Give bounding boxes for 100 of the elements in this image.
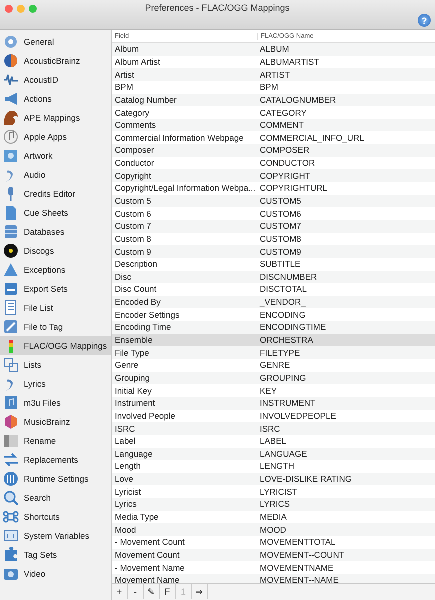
sidebar-item[interactable]: Artwork — [0, 146, 111, 165]
sidebar-item[interactable]: m3u Files — [0, 393, 111, 412]
table-cell-text: LENGTH — [259, 461, 296, 472]
table-row[interactable]: Catalog Number CATALOGNUMBER — [112, 94, 435, 106]
table-row[interactable]: Description SUBTITLE — [112, 258, 435, 271]
table-row[interactable]: Comments COMMENT — [112, 118, 435, 132]
sidebar-item[interactable]: Cue Sheets — [0, 203, 111, 222]
table-row[interactable]: Custom 9 CUSTOM9 — [112, 245, 435, 258]
sidebar-item[interactable]: Replacements — [0, 450, 111, 469]
toolbar-button[interactable]: + — [112, 584, 128, 599]
table-row[interactable]: Encoded By _VENDOR_ — [112, 296, 435, 308]
sidebar-item[interactable]: Exceptions — [0, 260, 111, 279]
toolbar-button[interactable]: F — [160, 584, 176, 599]
gear-icon — [3, 34, 19, 50]
sidebar-item[interactable]: Runtime Settings — [0, 469, 111, 488]
table-cell-text: KEY — [259, 386, 278, 396]
table-row[interactable]: - Movement Name MOVEMENTNAME — [112, 561, 435, 574]
table-row[interactable]: Album Artist ALBUMARTIST — [112, 56, 435, 68]
table-row[interactable]: Lyrics LYRICS — [112, 498, 435, 511]
toolbar-button[interactable]: ✎ — [144, 584, 160, 599]
table-row[interactable]: Disc Count DISCTOTAL — [112, 283, 435, 296]
sidebar-item[interactable]: Tag Sets — [0, 545, 111, 564]
sidebar-item[interactable]: Apple Apps — [0, 127, 111, 146]
table-row[interactable]: Genre GENRE — [112, 359, 435, 372]
sidebar-item[interactable]: Lyrics — [0, 374, 111, 393]
table-cell-text: Encoded By — [114, 297, 162, 308]
toolbar-button[interactable]: - — [128, 584, 144, 599]
table-cell-text: Initial Key — [114, 386, 153, 396]
table-row[interactable]: Length LENGTH — [112, 460, 435, 473]
table-row[interactable]: Composer COMPOSER — [112, 144, 435, 157]
minimize-button[interactable] — [17, 5, 25, 13]
zoom-button[interactable] — [29, 5, 37, 13]
table-row[interactable]: Instrument INSTRUMENT — [112, 396, 435, 410]
sidebar-item[interactable]: APE Mappings — [0, 108, 111, 127]
table-row[interactable]: Language LANGUAGE — [112, 448, 435, 460]
sidebar-item[interactable]: Shortcuts — [0, 507, 111, 526]
table-row[interactable]: Custom 7 CUSTOM7 — [112, 220, 435, 233]
table-cell-text: Language — [114, 448, 154, 459]
sidebar-item[interactable]: Audio — [0, 165, 111, 184]
sidebar-item[interactable]: Discogs — [0, 241, 111, 260]
table-cell-text: ALBUMARTIST — [259, 56, 320, 67]
sidebar-item[interactable]: Databases — [0, 222, 111, 241]
document-icon — [3, 204, 19, 220]
table-row[interactable]: Copyright COPYRIGHT — [112, 169, 435, 182]
table-cell-text: BPM — [259, 82, 280, 92]
close-button[interactable] — [5, 5, 13, 13]
table-row[interactable]: Grouping GROUPING — [112, 372, 435, 384]
sidebar-item[interactable]: Search — [0, 488, 111, 507]
table-row[interactable]: Initial Key KEY — [112, 384, 435, 397]
sidebar-item[interactable]: AcousticBrainz — [0, 51, 111, 70]
table-row[interactable]: Label LABEL — [112, 434, 435, 448]
table-row[interactable]: Lyricist LYRICIST — [112, 485, 435, 498]
sidebar-item[interactable]: Actions — [0, 89, 111, 108]
sidebar-item[interactable]: Credits Editor — [0, 184, 111, 203]
table-row[interactable]: Custom 5 CUSTOM5 — [112, 194, 435, 208]
table-cell-text: MOVEMENT--COUNT — [259, 550, 346, 560]
sidebar-item[interactable]: MusicBrainz — [0, 412, 111, 431]
table-row[interactable]: - Movement Count MOVEMENTTOTAL — [112, 536, 435, 549]
table-row[interactable]: ISRC ISRC — [112, 422, 435, 435]
table-row[interactable]: Conductor CONDUCTOR — [112, 156, 435, 170]
table-cell-text: _VENDOR_ — [258, 297, 307, 308]
table-cell-text: Custom 9 — [114, 246, 152, 257]
table-cell-text: Encoder Settings — [114, 310, 181, 320]
sidebar-item[interactable]: Lists — [0, 355, 111, 374]
list-icon — [3, 300, 19, 316]
table-row[interactable]: File Type FILETYPE — [112, 346, 435, 360]
sidebar-item[interactable]: FLAC/OGG Mappings — [0, 336, 111, 355]
table-row[interactable]: Love LOVE-DISLIKE RATING — [112, 472, 435, 486]
table-row[interactable]: Custom 6 CUSTOM6 — [112, 207, 435, 220]
table-cell-text: Custom 6 — [114, 208, 152, 219]
table-row[interactable]: Custom 8 CUSTOM8 — [112, 232, 435, 246]
sidebar-item[interactable]: Rename — [0, 431, 111, 450]
sidebar-item[interactable]: General — [0, 32, 111, 51]
table-cell-text: DISCTOTAL — [259, 284, 308, 294]
sidebar-item[interactable]: AcoustID — [0, 70, 111, 89]
sidebar-item[interactable]: Video — [0, 564, 111, 583]
table-row[interactable]: Album ALBUM — [112, 43, 435, 56]
sidebar-item[interactable]: File to Tag — [0, 317, 111, 336]
table-row[interactable]: Encoder Settings ENCODING — [112, 308, 435, 322]
table-row[interactable]: Mood MOOD — [112, 523, 435, 536]
table-row[interactable]: Ensemble ORCHESTRA — [112, 334, 435, 346]
table-row[interactable]: Involved People INVOLVEDPEOPLE — [112, 410, 435, 422]
table-cell-text: Copyright/Legal Information Webpa... — [114, 183, 257, 194]
table-row[interactable]: Encoding Time ENCODINGTIME — [112, 321, 435, 334]
table-row[interactable]: Copyright/Legal Information Webpa... COPYRIGHTURL — [112, 182, 435, 195]
table-row[interactable]: Category CATEGORY — [112, 106, 435, 119]
sidebar-item[interactable]: System Variables — [0, 526, 111, 545]
table-row[interactable]: Movement Count MOVEMENT--COUNT — [112, 548, 435, 562]
sidebar-item[interactable]: File List — [0, 298, 111, 317]
toolbar-button[interactable]: ⇒ — [192, 584, 208, 599]
table-row[interactable]: BPM BPM — [112, 80, 435, 94]
table-row[interactable]: Media Type MEDIA — [112, 510, 435, 524]
table-row[interactable]: Movement Name MOVEMENT--NAME — [112, 574, 435, 583]
table-cell-text: INVOLVEDPEOPLE — [259, 410, 338, 421]
table-cell-text: COMMERCIAL_INFO_URL — [259, 132, 366, 143]
sidebar-item[interactable]: Export Sets — [0, 279, 111, 298]
table-row[interactable]: Artist ARTIST — [112, 68, 435, 81]
table-row[interactable]: Commercial Information Webpage COMMERCIAL_INFO_URL — [112, 131, 435, 144]
table-row[interactable]: Disc DISCNUMBER — [112, 270, 435, 284]
table-cell-text: - Movement Count — [114, 537, 186, 548]
